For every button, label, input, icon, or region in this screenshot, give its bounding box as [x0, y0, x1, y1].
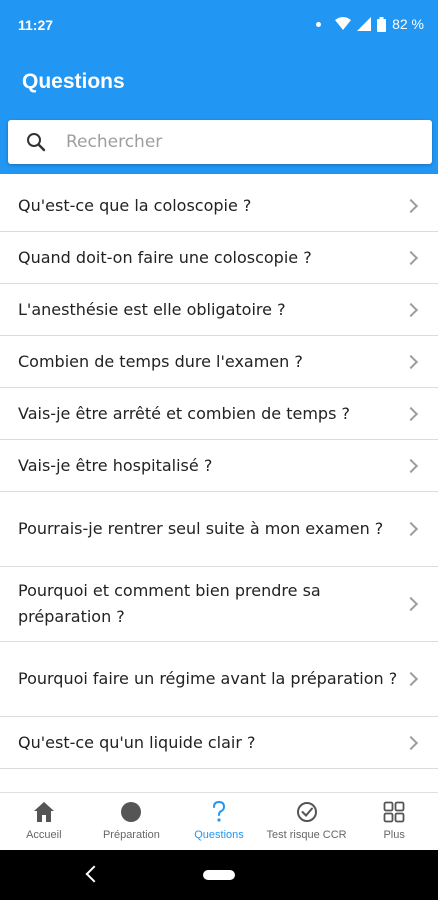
search-icon [27, 133, 46, 152]
nav-item-plus[interactable]: Plus [350, 793, 438, 850]
list-item[interactable]: Vais-je être arrêté et combien de temps … [0, 388, 438, 440]
nav-item-preparation[interactable]: Préparation [88, 793, 176, 850]
list-item[interactable]: Combien de temps dure l'examen ? [0, 336, 438, 388]
search-input[interactable] [66, 120, 416, 164]
notification-dot-icon [316, 21, 322, 27]
nav-item-accueil[interactable]: Accueil [0, 793, 88, 850]
signal-icon [357, 17, 372, 31]
home-icon [32, 800, 56, 824]
grid-icon [382, 800, 406, 824]
nav-label: Préparation [102, 829, 160, 841]
status-bar: 11:27 82 % [0, 0, 438, 52]
home-pill-icon[interactable] [203, 870, 235, 880]
list-item[interactable]: Qu'est-ce que la coloscopie ? [0, 180, 438, 232]
list-item[interactable]: Pourquoi faire un régime avant la prépar… [0, 642, 438, 717]
wifi-icon [335, 17, 352, 30]
nav-label: Test risque CCR [266, 829, 347, 841]
system-navigation-bar [0, 850, 438, 900]
list-item-label: Qu'est-ce que la coloscopie ? [18, 195, 252, 215]
list-item[interactable]: Qu'est-ce qu'un liquide clair ? [0, 717, 438, 769]
nav-label: Accueil [26, 829, 62, 841]
list-item-label: Pourquoi faire un régime avant la prépar… [18, 669, 398, 688]
list-item-label: L'anesthésie est elle obligatoire ? [18, 299, 286, 319]
list-item[interactable]: Pourrais-je rentrer seul suite à mon exa… [0, 492, 438, 567]
battery-percent: 82 % [392, 16, 424, 32]
nav-label: Plus [383, 829, 405, 841]
circle-icon [119, 800, 143, 824]
list-item-label: Pourquoi et comment bien prendre sa prép… [18, 581, 321, 626]
status-icons: 82 % [316, 16, 424, 32]
list-item-partial[interactable] [0, 769, 438, 792]
bottom-navigation: Accueil Préparation Questions Test risqu… [0, 792, 438, 850]
search-bar[interactable] [8, 120, 432, 164]
list-item-label: Quand doit-on faire une coloscopie ? [18, 247, 312, 267]
list-item-label: Vais-je être arrêté et combien de temps … [18, 403, 350, 423]
status-time: 11:27 [18, 17, 54, 33]
list-item-label: Combien de temps dure l'examen ? [18, 351, 303, 371]
list-item[interactable]: L'anesthésie est elle obligatoire ? [0, 284, 438, 336]
list-item-label: Qu'est-ce qu'un liquide clair ? [18, 732, 256, 752]
list-item[interactable]: Pourquoi et comment bien prendre sa prép… [0, 567, 438, 642]
list-item[interactable]: Vais-je être hospitalisé ? [0, 440, 438, 492]
app-bar: Questions [0, 52, 438, 174]
back-icon[interactable] [85, 865, 103, 883]
list-item[interactable]: Quand doit-on faire une coloscopie ? [0, 232, 438, 284]
page-title: Questions [22, 70, 125, 93]
list-item-label: Vais-je être hospitalisé ? [18, 455, 213, 475]
questions-list: Qu'est-ce que la coloscopie ? Quand doit… [0, 180, 438, 792]
nav-item-test-risque[interactable]: Test risque CCR [263, 793, 351, 850]
question-icon [207, 800, 231, 824]
battery-icon [377, 16, 387, 32]
nav-item-questions[interactable]: Questions [175, 793, 263, 850]
list-item-label: Pourrais-je rentrer seul suite à mon exa… [18, 519, 384, 538]
nav-label: Questions [194, 829, 244, 841]
check-circle-icon [295, 800, 319, 824]
